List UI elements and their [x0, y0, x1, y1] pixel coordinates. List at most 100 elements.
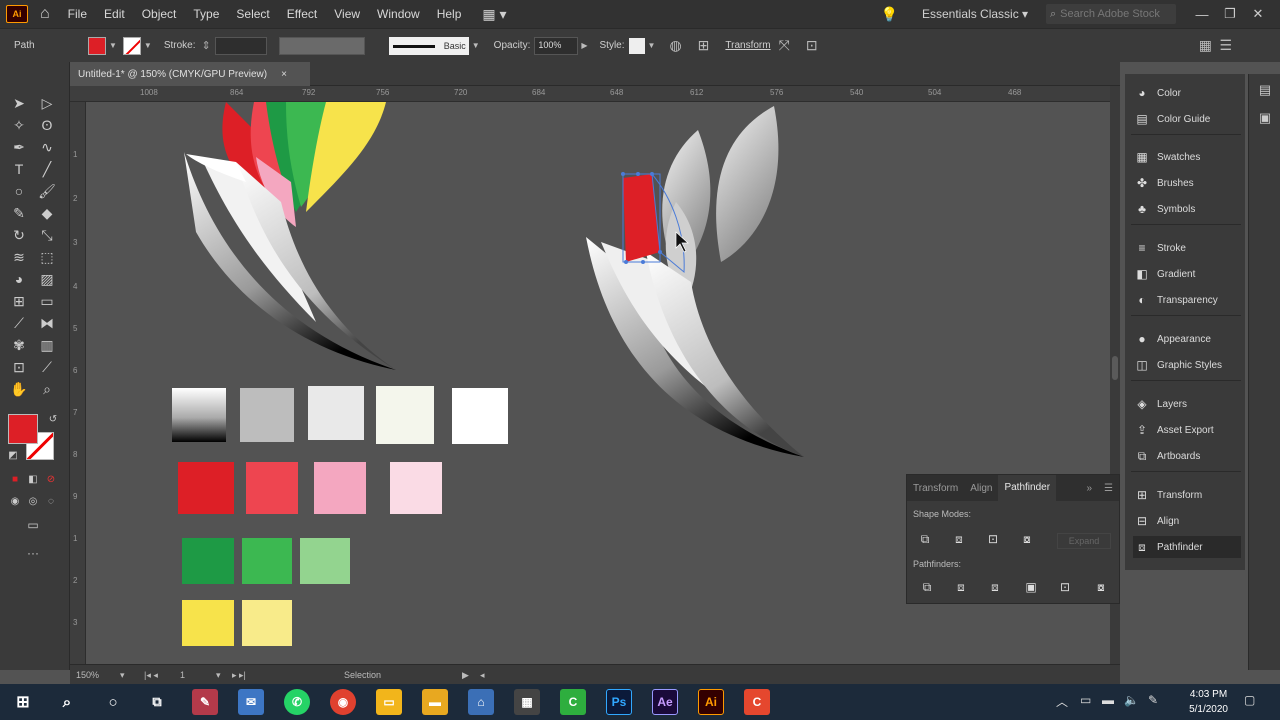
illustrator-taskbar-icon[interactable]: Ai — [698, 689, 724, 715]
shaper-tool-icon[interactable]: ✎ — [8, 202, 30, 224]
minimize-button[interactable]: — — [1188, 7, 1216, 22]
chrome-icon[interactable]: ◉ — [330, 689, 356, 715]
symbol-sprayer-tool-icon[interactable]: ✾ — [8, 334, 30, 356]
panel-item-transform[interactable]: ⊞ Transform — [1133, 484, 1241, 506]
free-transform-tool-icon[interactable]: ⬚ — [36, 246, 58, 268]
perspective-grid-tool-icon[interactable]: ▨ — [36, 268, 58, 290]
mesh-tool-icon[interactable]: ⊞ — [8, 290, 30, 312]
mail-icon[interactable]: ✉ — [238, 689, 264, 715]
panel-item-artboards[interactable]: ⧉ Artboards — [1133, 445, 1241, 467]
minus-front-icon[interactable]: ⧈ — [951, 531, 967, 547]
gradient-tool-icon[interactable]: ▭ — [36, 290, 58, 312]
default-colors-icon[interactable]: ◩ — [2, 444, 24, 466]
windows-start-icon[interactable]: ⊞ — [10, 689, 36, 715]
color-swatch-blocks[interactable] — [172, 386, 508, 646]
chevron-right-icon[interactable]: ▶ — [581, 41, 587, 50]
magic-wand-tool-icon[interactable]: ✧ — [8, 114, 30, 136]
menu-help[interactable]: Help — [437, 7, 462, 21]
stroke-swatch[interactable] — [122, 36, 141, 55]
blend-tool-icon[interactable]: ⧓ — [36, 312, 58, 334]
recolor-artwork-icon[interactable]: ◍ — [669, 37, 681, 54]
variable-width-profile[interactable] — [278, 36, 365, 55]
maximize-button[interactable]: ❐ — [1216, 6, 1244, 22]
chevron-down-icon[interactable]: ▼ — [648, 41, 656, 50]
opacity-label[interactable]: Opacity: — [494, 40, 531, 51]
transform-link[interactable]: Transform — [725, 40, 770, 51]
zoom-tool-icon[interactable]: ⌕ — [36, 378, 58, 400]
merge-icon[interactable]: ⧈ — [987, 579, 1003, 595]
scroll-left-icon[interactable]: ◂ — [480, 670, 485, 681]
panel-menu-icon[interactable]: ☰ — [1098, 483, 1119, 494]
fill-swatch[interactable] — [88, 36, 106, 55]
whatsapp-icon[interactable]: ✆ — [284, 689, 310, 715]
minus-back-icon[interactable]: ⧇ — [1093, 579, 1109, 595]
pen-tray-icon[interactable]: ✎ — [1148, 693, 1158, 707]
task-view-icon[interactable]: ⧉ — [144, 689, 170, 715]
stroke-weight-stepper[interactable]: ⇕ — [202, 39, 211, 52]
arrange-panels-icon[interactable]: ▦ — [1199, 37, 1212, 54]
selection-tool-icon[interactable]: ➤ — [8, 92, 30, 114]
file-explorer-icon[interactable]: ▬ — [422, 689, 448, 715]
scrollbar-thumb[interactable] — [1112, 356, 1118, 380]
scale-tool-icon[interactable]: ⤡ — [36, 224, 58, 246]
tab-transform[interactable]: Transform — [907, 483, 964, 494]
stock-search-input[interactable]: ⌕ Search Adobe Stock — [1046, 4, 1176, 24]
swap-fill-stroke-icon[interactable]: ↺ — [42, 408, 64, 430]
panel-item-align[interactable]: ⊟ Align — [1133, 510, 1241, 532]
workspace-switcher[interactable]: Essentials Classic ▾ — [922, 7, 1032, 21]
close-tab-icon[interactable]: × — [281, 69, 287, 80]
battery-icon[interactable]: ▬ — [1102, 693, 1114, 707]
panel-item-appearance[interactable]: ● Appearance — [1133, 328, 1241, 350]
close-window-button[interactable]: ✕ — [1244, 6, 1272, 22]
after-effects-icon[interactable]: Ae — [652, 689, 678, 715]
panel-menu-icon[interactable]: ☰ — [1219, 37, 1232, 54]
horizontal-ruler[interactable]: 1008 864 792 756 720 684 648 612 576 540… — [70, 86, 1110, 102]
properties-icon[interactable]: ▤ — [1256, 82, 1274, 100]
panel-item-color-guide[interactable]: ▤ Color Guide — [1133, 108, 1241, 130]
artboard-number[interactable]: 1 — [180, 670, 185, 680]
chevron-right-icon[interactable]: ▶ — [462, 670, 469, 681]
arrange-icon[interactable]: ⊡ — [806, 37, 818, 54]
shape-builder-tool-icon[interactable]: ◕ — [8, 268, 30, 290]
paint-icon[interactable]: ✎ — [192, 689, 218, 715]
chevron-down-icon[interactable]: ▼ — [472, 41, 480, 50]
intersect-icon[interactable]: ⊡ — [985, 531, 1001, 547]
tab-pathfinder[interactable]: Pathfinder — [998, 475, 1057, 501]
vertical-ruler[interactable]: 1 2 3 4 5 6 7 8 9 1 2 3 — [70, 102, 86, 664]
panel-item-symbols[interactable]: ♣ Symbols — [1133, 198, 1241, 220]
curvature-tool-icon[interactable]: ∿ — [36, 136, 58, 158]
volume-icon[interactable]: 🔈 — [1124, 693, 1139, 707]
menu-effect[interactable]: Effect — [287, 7, 317, 21]
panel-item-transparency[interactable]: ◐ Transparency — [1133, 289, 1241, 311]
align-icon[interactable]: ⊞ — [698, 37, 710, 54]
tray-expand-icon[interactable]: ︿ — [1056, 693, 1068, 710]
panel-item-asset-export[interactable]: ⇪ Asset Export — [1133, 419, 1241, 441]
draw-inside-icon[interactable]: ◌ — [40, 490, 62, 512]
network-icon[interactable]: ⌂ — [468, 689, 494, 715]
chevron-down-icon[interactable]: ▾ — [120, 670, 125, 681]
zoom-level[interactable]: 150% — [76, 670, 99, 680]
edit-toolbar-icon[interactable]: ··· — [22, 542, 44, 564]
eyedropper-tool-icon[interactable]: ⟋ — [8, 312, 30, 334]
calculator-icon[interactable]: ▦ — [514, 689, 540, 715]
camtasia-icon[interactable]: C — [560, 689, 586, 715]
stroke-weight-input[interactable] — [214, 36, 267, 55]
graphic-style-swatch[interactable] — [628, 37, 645, 54]
cortana-icon[interactable]: ○ — [100, 689, 126, 715]
panel-item-graphic-styles[interactable]: ◫ Graphic Styles — [1133, 354, 1241, 376]
outline-icon[interactable]: ⊡ — [1057, 579, 1073, 595]
panel-item-layers[interactable]: ◈ Layers — [1133, 393, 1241, 415]
notes-icon[interactable]: ▭ — [376, 689, 402, 715]
pen-tool-icon[interactable]: ✒ — [8, 136, 30, 158]
divide-icon[interactable]: ⧉ — [919, 579, 935, 595]
next-artboard-icon[interactable]: ▸ ▸| — [232, 670, 246, 681]
crop-icon[interactable]: ▣ — [1023, 579, 1039, 595]
menu-file[interactable]: File — [68, 7, 87, 21]
photoshop-icon[interactable]: Ps — [606, 689, 632, 715]
menu-window[interactable]: Window — [377, 7, 420, 21]
unite-icon[interactable]: ⧉ — [917, 531, 933, 547]
collapse-icon[interactable]: » — [1080, 483, 1098, 494]
libraries-icon[interactable]: ▣ — [1256, 110, 1274, 128]
menu-select[interactable]: Select — [236, 7, 269, 21]
brush-definition[interactable]: Basic — [388, 36, 469, 55]
